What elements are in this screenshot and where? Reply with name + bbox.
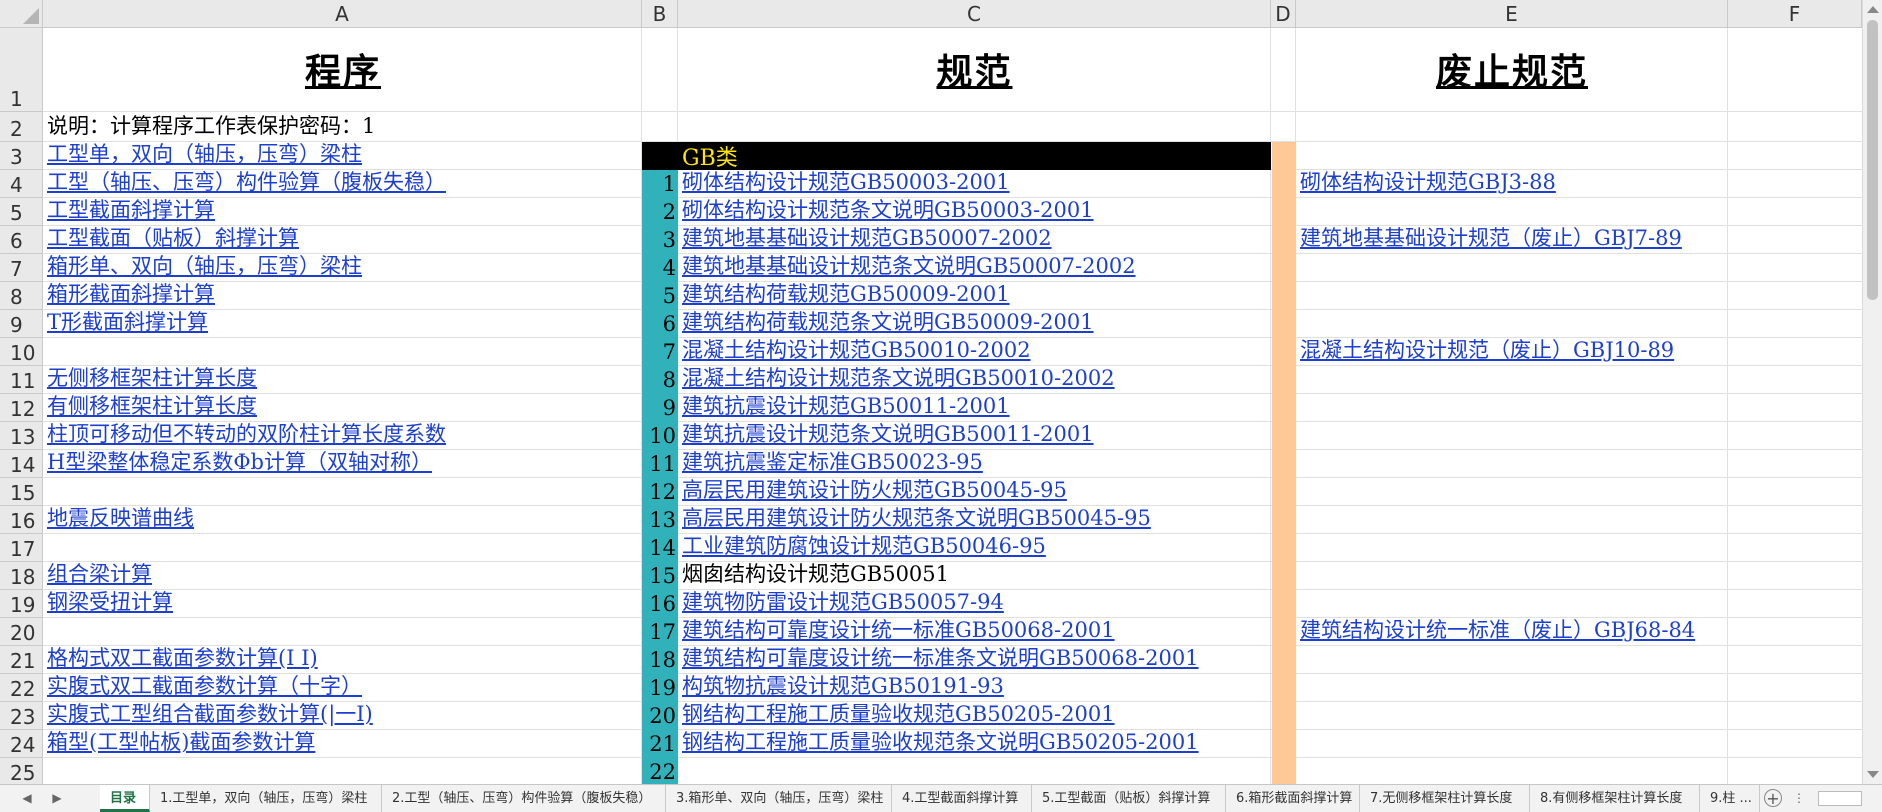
row-header[interactable]: 20 (0, 618, 43, 646)
spec-number: 18 (642, 646, 678, 674)
sheet-tab[interactable]: 9.柱 ... (1700, 785, 1760, 812)
row-header[interactable]: 17 (0, 534, 43, 562)
spec-number: 3 (642, 226, 678, 254)
spec-number: 6 (642, 310, 678, 338)
spec-link[interactable]: 钢结构工程施工质量验收规范条文说明GB50205-2001 (682, 730, 1199, 758)
row-header[interactable]: 12 (0, 394, 43, 422)
sheet-tab[interactable]: 2.工型（轴压、压弯）构件验算（腹板失稳） (382, 785, 666, 812)
row-header[interactable]: 7 (0, 254, 43, 282)
row-header[interactable]: 14 (0, 450, 43, 478)
row-header[interactable]: 16 (0, 506, 43, 534)
spec-number: 16 (642, 590, 678, 618)
spec-number: 4 (642, 254, 678, 282)
spec-number: 20 (642, 702, 678, 730)
spec-number: 22 (642, 758, 678, 784)
spec-number: 5 (642, 282, 678, 310)
header-abolished: 废止规范 (1435, 51, 1588, 93)
scroll-down-icon[interactable] (1867, 771, 1879, 778)
spec-number: 11 (642, 450, 678, 478)
row-gridline (43, 758, 1862, 784)
tab-scroll-left-icon[interactable]: ⋮ (1788, 785, 1810, 812)
abolished-spec-link[interactable]: 砌体结构设计规范GBJ3-88 (1300, 170, 1556, 198)
spec-number: 10 (642, 422, 678, 450)
row-header[interactable]: 19 (0, 590, 43, 618)
column-header-a[interactable]: A (43, 0, 642, 28)
row-header[interactable]: 2 (0, 112, 43, 142)
abolished-spec-link[interactable]: 混凝土结构设计规范（废止）GBJ10-89 (1300, 338, 1674, 366)
column-d-fill (1272, 142, 1296, 784)
abolished-spec-link[interactable]: 建筑结构设计统一标准（废止）GBJ68-84 (1300, 618, 1695, 646)
add-sheet-icon[interactable]: + (1764, 789, 1782, 807)
sheet-tab[interactable]: 6.箱形截面斜撑计算 (1226, 785, 1360, 812)
row-header[interactable]: 25 (0, 758, 43, 784)
row-header[interactable]: 1 (0, 28, 43, 112)
tab-contents[interactable]: 目录 (100, 785, 150, 812)
abolished-spec-link[interactable]: 建筑地基基础设计规范（废止）GBJ7-89 (1300, 226, 1682, 254)
row-header[interactable]: 22 (0, 674, 43, 702)
column-header-c[interactable]: C (678, 0, 1271, 28)
tab-prev-icon[interactable]: ◀ (16, 785, 38, 812)
column-header-b[interactable]: B (642, 0, 678, 28)
sheet-tab[interactable]: 3.箱形单、双向（轴压，压弯）梁柱 (666, 785, 892, 812)
sheet-tab[interactable]: 7.无侧移框架柱计算长度 (1360, 785, 1530, 812)
scroll-thumb[interactable] (1867, 20, 1878, 300)
spec-number: 8 (642, 366, 678, 394)
spec-number: 15 (642, 562, 678, 590)
header-spec: 规范 (936, 51, 1013, 93)
select-all-corner[interactable] (0, 0, 43, 28)
scroll-up-icon[interactable] (1867, 6, 1879, 13)
program-link[interactable]: 箱型(工型帖板)截面参数计算 (47, 730, 315, 758)
row-header[interactable]: 4 (0, 170, 43, 198)
vertical-scrollbar[interactable] (1862, 0, 1882, 784)
row-header[interactable]: 6 (0, 226, 43, 254)
sheet-tab[interactable]: 8.有侧移框架柱计算长度 (1530, 785, 1700, 812)
spreadsheet-grid: ABCDEF 1 2 3 4 5 6 7 8 9 10 11 12 13 14 15 16 17 18 19 20 21… (0, 0, 1862, 784)
spec-number: 1 (642, 170, 678, 198)
column-header-e[interactable]: E (1296, 0, 1728, 28)
row-header[interactable]: 8 (0, 282, 43, 310)
row-header[interactable]: 3 (0, 142, 43, 170)
column-gridline (1727, 28, 1728, 784)
sheet-tab-bar: ◀ ▶ 目录 1.工型单，双向（轴压，压弯）梁柱 2.工型（轴压、压弯）构件验算（腹… (0, 784, 1882, 812)
sheet-tab[interactable]: 4.工型截面斜撑计算 (892, 785, 1032, 812)
row-header[interactable]: 11 (0, 366, 43, 394)
spec-number: 17 (642, 618, 678, 646)
program-link[interactable]: 钢梁受扭计算 (47, 590, 173, 618)
spec-number: 21 (642, 730, 678, 758)
row-header[interactable]: 9 (0, 310, 43, 338)
spec-number: 13 (642, 506, 678, 534)
row-header[interactable]: 10 (0, 338, 43, 366)
column-header-f[interactable]: F (1728, 0, 1862, 28)
spec-number: 7 (642, 338, 678, 366)
row-header[interactable]: 5 (0, 198, 43, 226)
spec-number: 14 (642, 534, 678, 562)
row-header[interactable]: 18 (0, 562, 43, 590)
header-program: 程序 (304, 51, 381, 93)
row-header[interactable]: 24 (0, 730, 43, 758)
program-link[interactable]: H型梁整体稳定系数Φb计算（双轴对称） (47, 450, 432, 478)
sheet-tab[interactable]: 1.工型单，双向（轴压，压弯）梁柱 (150, 785, 382, 812)
spec-number: 12 (642, 478, 678, 506)
spec-number: 2 (642, 198, 678, 226)
row-header[interactable]: 13 (0, 422, 43, 450)
spec-number: 19 (642, 674, 678, 702)
program-link[interactable]: T形截面斜撑计算 (47, 310, 208, 338)
program-link[interactable]: 地震反映谱曲线 (47, 506, 194, 534)
sheet-tab[interactable]: 5.工型截面（贴板）斜撑计算 (1032, 785, 1226, 812)
horizontal-scrollbar[interactable] (1818, 791, 1862, 806)
row-header[interactable]: 15 (0, 478, 43, 506)
column-header-d[interactable]: D (1271, 0, 1296, 28)
row-header[interactable]: 23 (0, 702, 43, 730)
spec-number: 9 (642, 394, 678, 422)
tab-next-icon[interactable]: ▶ (46, 785, 68, 812)
row-header[interactable]: 21 (0, 646, 43, 674)
